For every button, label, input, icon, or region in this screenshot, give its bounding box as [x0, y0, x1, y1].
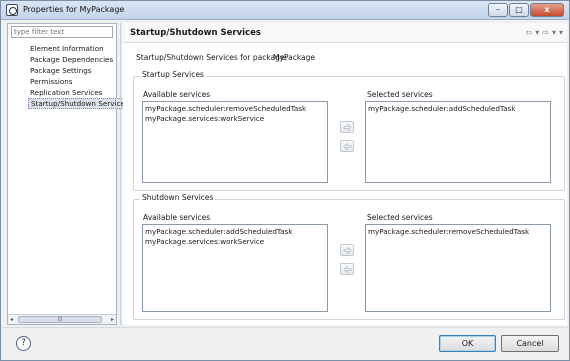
maximize-button[interactable]: □ — [509, 3, 529, 17]
startup-services-title: Startup Services — [140, 70, 206, 79]
window-controls: – □ x — [488, 3, 564, 17]
back-menu-chevron-icon[interactable]: ▾ — [535, 28, 539, 37]
list-item[interactable]: myPackage.services:workService — [145, 114, 325, 124]
title-bar[interactable]: Properties for MyPackage – □ x — [1, 1, 569, 20]
sidebar-item-package-dependencies[interactable]: Package Dependencies — [28, 54, 132, 65]
back-arrow-icon[interactable]: ⇦ — [526, 28, 533, 37]
shutdown-selected-title: Selected services — [367, 213, 433, 222]
scrollbar-thumb[interactable]: ||| — [18, 316, 102, 323]
sidebar-item-permissions[interactable]: Permissions — [28, 76, 132, 87]
view-menu-icon[interactable]: ▾ — [559, 28, 563, 37]
dialog-footer: ? OK Cancel — [2, 327, 569, 360]
arrow-left-icon — [343, 142, 352, 151]
cancel-button[interactable]: Cancel — [501, 335, 559, 352]
help-icon[interactable]: ? — [16, 336, 31, 351]
properties-dialog: Properties for MyPackage – □ x Element I… — [0, 0, 570, 361]
app-icon — [6, 4, 18, 16]
filter-input[interactable] — [11, 26, 113, 38]
list-item[interactable]: myPackage.scheduler:removeScheduledTask — [145, 104, 325, 114]
sidebar-item-package-settings[interactable]: Package Settings — [28, 65, 132, 76]
window-title: Properties for MyPackage — [23, 5, 125, 14]
page-title: Startup/Shutdown Services — [130, 28, 261, 38]
minimize-button[interactable]: – — [488, 3, 508, 17]
shutdown-available-title: Available services — [143, 213, 211, 222]
shutdown-remove-button[interactable] — [340, 263, 354, 275]
list-item[interactable]: myPackage.services:workService — [145, 237, 325, 247]
sidebar: Element Information Package Dependencies… — [7, 23, 132, 325]
shutdown-available-list[interactable]: myPackage.scheduler:addScheduledTask myP… — [142, 224, 328, 312]
shutdown-selected-list[interactable]: myPackage.scheduler:removeScheduledTask — [365, 224, 551, 312]
startup-selected-list[interactable]: myPackage.scheduler:addScheduledTask — [365, 101, 551, 183]
startup-services-group: Startup Services Available services myPa… — [133, 70, 565, 191]
package-name: MyPackage — [273, 53, 315, 62]
startup-selected-title: Selected services — [367, 90, 433, 99]
shutdown-add-button[interactable] — [340, 244, 354, 256]
startup-available-title: Available services — [143, 90, 211, 99]
sidebar-item-startup-shutdown-services[interactable]: Startup/Shutdown Services — [28, 98, 132, 109]
close-button[interactable]: x — [530, 3, 564, 17]
list-item[interactable]: myPackage.scheduler:removeScheduledTask — [368, 227, 548, 237]
shutdown-services-group: Shutdown Services Available services myP… — [133, 193, 565, 320]
main-panel: Startup/Shutdown Services ⇦ ▾ ⇨ ▾ ▾ Star… — [123, 23, 567, 325]
scroll-right-icon[interactable]: ▸ — [111, 316, 114, 323]
pane-divider[interactable] — [120, 23, 121, 325]
ok-button[interactable]: OK — [439, 335, 496, 352]
startup-add-button[interactable] — [340, 121, 354, 133]
shutdown-services-title: Shutdown Services — [140, 193, 216, 202]
horizontal-scrollbar[interactable]: ◂ ||| ▸ — [8, 314, 116, 324]
arrow-right-icon — [343, 246, 352, 255]
sidebar-item-replication-services[interactable]: Replication Services — [28, 87, 132, 98]
page-header: Startup/Shutdown Services ⇦ ▾ ⇨ ▾ ▾ — [123, 23, 567, 43]
list-item[interactable]: myPackage.scheduler:addScheduledTask — [368, 104, 548, 114]
arrow-left-icon — [343, 265, 352, 274]
property-page-tree: Element Information Package Dependencies… — [28, 43, 132, 109]
startup-available-list[interactable]: myPackage.scheduler:removeScheduledTask … — [142, 101, 328, 183]
forward-arrow-icon[interactable]: ⇨ — [542, 28, 549, 37]
list-item[interactable]: myPackage.scheduler:addScheduledTask — [145, 227, 325, 237]
startup-remove-button[interactable] — [340, 140, 354, 152]
package-label: Startup/Shutdown Services for package: — [136, 53, 288, 62]
arrow-right-icon — [343, 123, 352, 132]
scroll-left-icon[interactable]: ◂ — [10, 316, 13, 323]
forward-menu-chevron-icon[interactable]: ▾ — [552, 28, 556, 37]
sidebar-item-element-information[interactable]: Element Information — [28, 43, 132, 54]
page-navigation: ⇦ ▾ ⇨ ▾ ▾ — [526, 28, 563, 37]
